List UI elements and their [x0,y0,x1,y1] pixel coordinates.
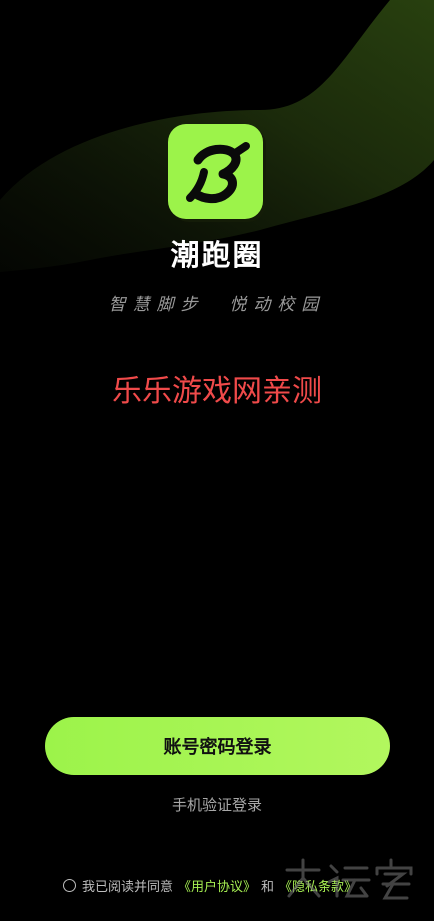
radio-circle-icon[interactable] [63,879,76,892]
user-agreement-link[interactable]: 《用户协议》 [178,876,256,895]
login-screen: 潮跑圈 智慧脚步 悦动校园 乐乐游戏网亲测 账号密码登录 手机验证登录 我已阅读… [0,0,434,921]
agreement-conjunction: 和 [261,880,275,895]
app-slogan: 智慧脚步 悦动校园 [108,295,326,315]
sms-login-link[interactable]: 手机验证登录 [0,794,434,815]
agreement-prefix: 我已阅读并同意 [82,880,174,895]
watermark-logo-icon [285,858,413,900]
watermark-text: 乐乐游戏网亲测 [112,374,322,409]
app-logo-icon [168,124,266,222]
app-name: 潮跑圈 [170,238,264,272]
password-login-button[interactable]: 账号密码登录 [45,717,390,775]
